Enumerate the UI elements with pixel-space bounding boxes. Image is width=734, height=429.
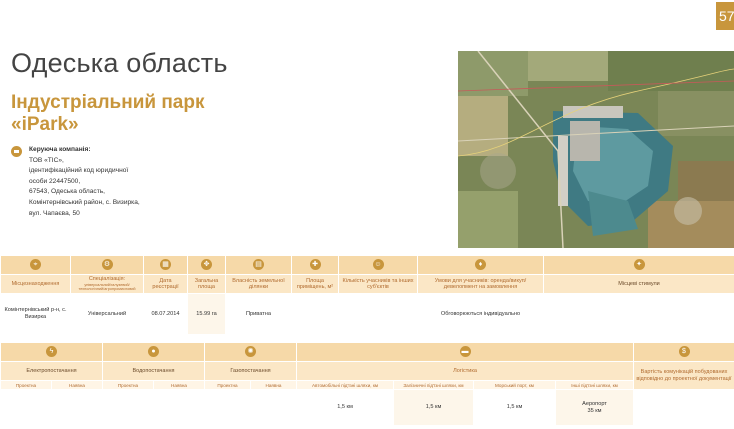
company-line: особи 22447500, [29, 177, 81, 185]
money-icon: $ [678, 346, 690, 358]
area-icon: ✥ [201, 259, 212, 271]
cell-rail-access: 1,5 км [393, 389, 474, 426]
gear-icon: ⚙ [101, 259, 113, 271]
cell-land-ownership: Приватна [225, 293, 292, 335]
cell-registration-date: 08.07.2014 [143, 293, 188, 335]
park-title-line2: «iPark» [11, 114, 79, 135]
cell-gas-available [250, 389, 297, 426]
park-info-table: ⌖ ⚙ ▦ ✥ ▤ ✚ ☺ ♦ ✦ Місцезнаходження Спеці… [0, 255, 734, 335]
incentive-icon: ✦ [633, 259, 645, 271]
company-line: Комінтернівський район, с. Визирка, [29, 198, 140, 206]
header-specialization: Спеціалізація: універсальний/галузевий/т… [70, 274, 144, 294]
cell-utilities-cost [633, 389, 734, 426]
cell-local-incentives [543, 293, 734, 335]
company-line: ідентифікаційний код юридичної [29, 167, 129, 175]
page-number: 57 [716, 2, 734, 30]
handshake-icon: ♦ [475, 259, 486, 271]
sub-water-available: Наявна [153, 380, 205, 390]
header-utilities-cost: Вартість комунікацій побудованих відпові… [633, 361, 734, 390]
header-land-ownership: Власність земельної ділянки [225, 274, 292, 294]
header-premises-area: Площа приміщень, м² [291, 274, 339, 294]
cell-participants [338, 293, 418, 335]
cell-electricity-design [0, 389, 52, 426]
cell-location: Комінтернівський р-н, с. Визирка [0, 293, 71, 335]
header-logistics: Логістика [296, 361, 634, 381]
infrastructure-table: ϟ ● ✺ ▬ $ Електропостачання Водопостачан… [0, 342, 734, 426]
sub-other-access: Інші під'їзні шляхи, км [555, 380, 634, 390]
sub-electricity-available: Наявна [51, 380, 103, 390]
header-local-incentives: Місцеві стимули [543, 274, 734, 294]
company-line: ТОВ «ТІС», [29, 156, 64, 164]
cell-electricity-available [51, 389, 103, 426]
header-location: Місцезнаходження [0, 274, 71, 294]
park-title: Індустріальний парк «iPark» [11, 92, 205, 136]
cell-other-access: Аеропорт 35 км [555, 389, 634, 426]
cell-water-design [102, 389, 154, 426]
sub-gas-design: Проектна [204, 380, 251, 390]
header-water: Водопостачання [102, 361, 205, 381]
header-total-area: Загальна площа [187, 274, 226, 294]
header-electricity: Електропостачання [0, 361, 103, 381]
location-icon: ⌖ [30, 259, 41, 271]
region-title: Одеська область [11, 48, 228, 78]
sub-electricity-design: Проектна [0, 380, 52, 390]
sub-water-design: Проектна [102, 380, 154, 390]
cell-water-available [153, 389, 205, 426]
electricity-icon: ϟ [46, 346, 57, 358]
building-icon [11, 146, 22, 157]
truck-icon: ▬ [459, 346, 471, 358]
cell-specialization: Універсальний [70, 293, 144, 335]
cell-sea-port: 1,5 км [473, 389, 556, 426]
header-gas: Газопостачання [204, 361, 297, 381]
document-icon: ▤ [253, 259, 264, 271]
sub-sea-port: Морський порт, км [473, 380, 556, 390]
company-info: Керуюча компанія: ТОВ «ТІС», ідентифікац… [29, 145, 140, 219]
cell-gas-design [204, 389, 251, 426]
cell-conditions: Обговорюються індивідуально [417, 293, 544, 335]
gas-icon: ✺ [245, 346, 256, 358]
satellite-map-image [458, 51, 734, 248]
company-label: Керуюча компанія: [29, 146, 91, 153]
header-participants: Кількість учасників та інших суб'єктів [338, 274, 418, 294]
header-registration-date: Дата реєстрації [143, 274, 188, 294]
cell-total-area: 15.99 га [187, 293, 226, 335]
company-line: вул. Чапаєва, 50 [29, 209, 80, 217]
company-line: 67543, Одеська область, [29, 188, 106, 196]
park-title-line1: Індустріальний парк [11, 92, 205, 113]
people-icon: ☺ [372, 259, 384, 271]
cell-premises-area [291, 293, 339, 335]
sub-rail-access: Залізничні під'їзні шляхи, км [393, 380, 474, 390]
header-specialization-sub: універсальний/галузевий/технологічний/аг… [78, 282, 136, 292]
sub-gas-available: Наявна [250, 380, 297, 390]
calendar-icon: ▦ [160, 259, 171, 271]
sub-road-access: Автомобільні під'їзні шляхи, км [296, 380, 394, 390]
satellite-map [458, 51, 734, 248]
cell-road-access: 1,5 км [296, 389, 394, 426]
water-icon: ● [148, 346, 159, 358]
header-conditions: Умови для учасників: оренда/викуп/девело… [417, 274, 544, 294]
building-icon: ✚ [309, 259, 321, 271]
